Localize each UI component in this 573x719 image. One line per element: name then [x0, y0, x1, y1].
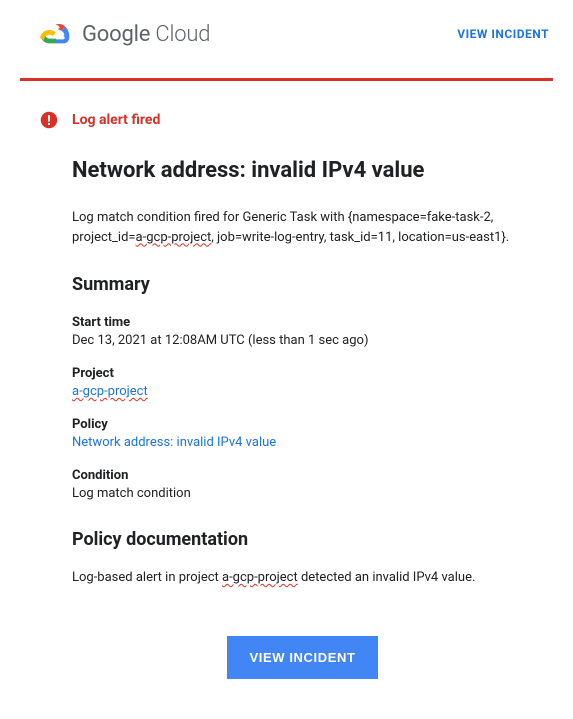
project-label: Project — [72, 366, 533, 381]
main-body: Network address: invalid IPv4 value Log … — [40, 157, 533, 679]
brand-cloud: Cloud — [150, 22, 210, 47]
policy-doc-project: a-gcp-project — [222, 570, 298, 585]
policy-doc-prefix: Log-based alert in project — [72, 570, 222, 585]
brand-google: Google — [82, 22, 150, 47]
description-suffix: , job=write-log-entry, task_id=11, locat… — [211, 230, 509, 245]
policy-field: Policy Network address: invalid IPv4 val… — [72, 417, 533, 450]
view-incident-button[interactable]: VIEW INCIDENT — [227, 636, 377, 679]
policy-documentation-heading: Policy documentation — [72, 529, 533, 550]
brand-logo-group: Google Cloud — [40, 18, 210, 50]
alert-header-row: Log alert fired — [40, 111, 533, 129]
header: Google Cloud VIEW INCIDENT — [0, 0, 573, 78]
policy-doc-suffix: detected an invalid IPv4 value. — [298, 570, 476, 585]
description-project-id: a-gcp-project — [136, 230, 212, 245]
condition-label: Condition — [72, 468, 533, 483]
content: Log alert fired Network address: invalid… — [0, 81, 573, 719]
alert-fired-label: Log alert fired — [72, 112, 160, 128]
start-time-value: Dec 13, 2021 at 12:08AM UTC (less than 1… — [72, 333, 533, 348]
brand-text: Google Cloud — [82, 22, 210, 47]
error-icon — [40, 111, 58, 129]
start-time-field: Start time Dec 13, 2021 at 12:08AM UTC (… — [72, 315, 533, 348]
google-cloud-icon — [40, 18, 72, 50]
condition-field: Condition Log match condition — [72, 468, 533, 501]
footer-button-row: VIEW INCIDENT — [72, 636, 533, 679]
project-link[interactable]: a-gcp-project — [72, 384, 533, 399]
policy-documentation-text: Log-based alert in project a-gcp-project… — [72, 568, 533, 588]
view-incident-link-top[interactable]: VIEW INCIDENT — [457, 27, 549, 41]
summary-heading: Summary — [72, 274, 533, 295]
start-time-label: Start time — [72, 315, 533, 330]
policy-link[interactable]: Network address: invalid IPv4 value — [72, 435, 533, 450]
policy-label: Policy — [72, 417, 533, 432]
project-field: Project a-gcp-project — [72, 366, 533, 399]
incident-description: Log match condition fired for Generic Ta… — [72, 208, 533, 248]
incident-title: Network address: invalid IPv4 value — [72, 157, 533, 186]
condition-value: Log match condition — [72, 486, 533, 501]
